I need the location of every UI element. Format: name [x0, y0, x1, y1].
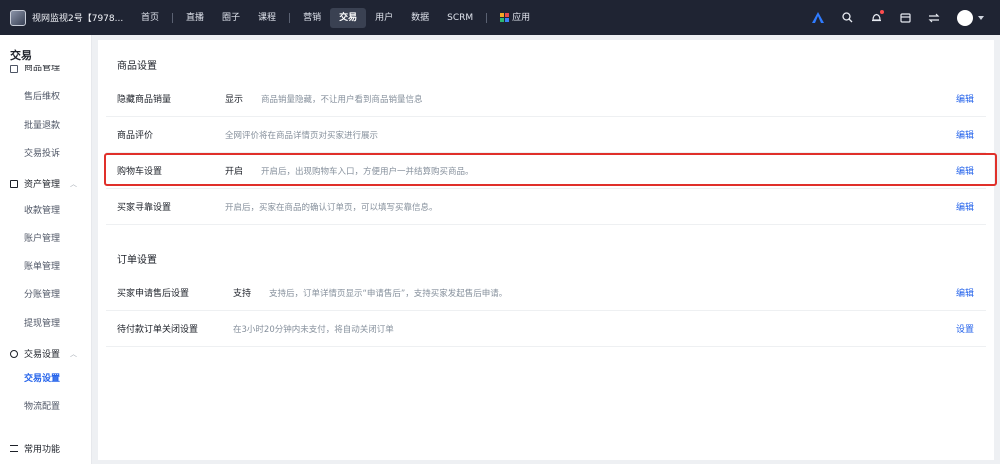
- notification-icon[interactable]: [870, 9, 884, 24]
- sidebar-item-complaint[interactable]: 交易投诉: [24, 146, 60, 159]
- sidebar-item-batch-refund[interactable]: 批量退款: [24, 118, 60, 131]
- setting-description: 在3小时20分钟内未支付，将自动关闭订单: [233, 324, 394, 335]
- setting-row-buyer-message: 买家寻靠设置 开启后，买家在商品的确认订单页，可以填写买靠信息。 编辑: [106, 189, 986, 225]
- trade-settings-icon: [10, 349, 18, 358]
- setting-row-unpaid-close: 待付款订单关闭设置 在3小时20分钟内未支付，将自动关闭订单 设置: [106, 311, 986, 347]
- setting-name: 买家申请售后设置: [117, 289, 190, 299]
- highlight-box: [104, 153, 997, 186]
- sidebar-item-bill[interactable]: 账单管理: [24, 259, 60, 272]
- nav-divider: [289, 12, 291, 23]
- sidebar-item-after-sale[interactable]: 售后维权: [24, 89, 60, 102]
- nav-live[interactable]: 直播: [177, 8, 213, 28]
- switch-icon[interactable]: [928, 12, 940, 24]
- nav-apps[interactable]: 应用: [491, 8, 539, 28]
- nav-scrm[interactable]: SCRM: [438, 8, 482, 28]
- logo-triangle-icon[interactable]: [812, 12, 824, 24]
- main-nav: 首页 直播 圈子 课程 营销 交易 用户 数据 SCRM 应用: [132, 7, 539, 28]
- list-icon: [10, 445, 18, 452]
- edit-button[interactable]: 编辑: [956, 200, 974, 213]
- sidebar-title: 交易: [10, 49, 32, 62]
- shop-logo: [10, 9, 26, 26]
- order-settings-title: 订单设置: [117, 255, 157, 266]
- nav-apps-label: 应用: [512, 12, 531, 23]
- sidebar-group-assets[interactable]: 资产管理 ︿: [10, 177, 77, 190]
- setting-row-review: 商品评价 全网评价将在商品详情页对买家进行展示 编辑: [106, 117, 986, 153]
- wallet-icon: [10, 179, 18, 188]
- chevron-up-icon: ︿: [70, 179, 78, 188]
- sidebar-item-withdraw[interactable]: 提现管理: [24, 316, 60, 329]
- sidebar-group-common[interactable]: 常用功能: [10, 442, 60, 455]
- setting-name: 买家寻靠设置: [117, 203, 172, 213]
- sidebar-group-goods[interactable]: 商品管理: [10, 65, 60, 73]
- nav-home[interactable]: 首页: [132, 8, 168, 28]
- calendar-icon[interactable]: [899, 12, 911, 24]
- top-navigation-bar: 视网监视2号【7978... 首页 直播 圈子 课程 营销 交易 用户 数据 S…: [0, 0, 1000, 35]
- nav-users[interactable]: 用户: [366, 8, 402, 28]
- setting-description: 商品销量隐藏，不让用户看到商品销量信息: [261, 94, 423, 105]
- sidebar-item-logistics[interactable]: 物流配置: [24, 399, 60, 412]
- nav-divider: [486, 12, 488, 23]
- header-tools: [812, 0, 984, 35]
- setting-status: 显示: [225, 95, 244, 105]
- edit-button[interactable]: 编辑: [956, 128, 974, 141]
- setting-row-after-sale: 买家申请售后设置 支持 支持后，订单详情页显示“申请售后”，支持买家发起售后申请…: [106, 275, 986, 311]
- sidebar-group-trade-label: 交易设置: [24, 350, 61, 360]
- chevron-down-icon[interactable]: [978, 15, 984, 20]
- apps-grid-icon: [500, 12, 510, 22]
- nav-data[interactable]: 数据: [402, 8, 438, 28]
- sidebar-group-assets-label: 资产管理: [24, 180, 61, 190]
- nav-circle[interactable]: 圈子: [213, 8, 249, 28]
- setting-name: 隐藏商品销量: [117, 95, 172, 105]
- goods-icon: [10, 65, 18, 73]
- sidebar: 交易 商品管理 售后维权 批量退款 交易投诉 资产管理 ︿ 收款管理 账户管理 …: [0, 35, 92, 464]
- goods-settings-title: 商品设置: [117, 61, 157, 72]
- sidebar-item-collection[interactable]: 收款管理: [24, 203, 60, 216]
- sidebar-item-account[interactable]: 账户管理: [24, 231, 60, 244]
- nav-course[interactable]: 课程: [249, 8, 285, 28]
- sidebar-item-trade-settings[interactable]: 交易设置: [24, 371, 60, 384]
- setting-description: 开启后，买家在商品的确认订单页，可以填写买靠信息。: [225, 202, 438, 213]
- sidebar-group-trade[interactable]: 交易设置 ︿: [10, 347, 77, 360]
- setting-description: 全网评价将在商品详情页对买家进行展示: [225, 130, 379, 141]
- setting-name: 待付款订单关闭设置: [117, 325, 199, 335]
- nav-trade[interactable]: 交易: [330, 7, 367, 28]
- search-icon[interactable]: [841, 12, 853, 24]
- shop-name: 视网监视2号【7978...: [32, 14, 124, 24]
- settings-panel: 商品设置 隐藏商品销量 显示 商品销量隐藏，不让用户看到商品销量信息 编辑 商品…: [98, 40, 997, 460]
- settings-button[interactable]: 设置: [956, 322, 974, 335]
- nav-divider: [172, 12, 174, 23]
- setting-name: 商品评价: [117, 131, 154, 141]
- sidebar-group-goods-label: 商品管理: [24, 65, 61, 73]
- sidebar-group-common-label: 常用功能: [24, 445, 61, 455]
- avatar[interactable]: [957, 9, 973, 26]
- shop-switcher[interactable]: 视网监视2号【7978...: [0, 9, 132, 26]
- notification-dot: [880, 9, 884, 14]
- edit-button[interactable]: 编辑: [956, 92, 974, 105]
- setting-status: 支持: [233, 289, 252, 299]
- edit-button[interactable]: 编辑: [956, 286, 974, 299]
- setting-description: 支持后，订单详情页显示“申请售后”，支持买家发起售后申请。: [269, 288, 508, 299]
- sidebar-item-split[interactable]: 分账管理: [24, 287, 60, 300]
- setting-row-hide-sales: 隐藏商品销量 显示 商品销量隐藏，不让用户看到商品销量信息 编辑: [106, 81, 986, 117]
- nav-marketing[interactable]: 营销: [294, 8, 330, 28]
- chevron-up-icon: ︿: [70, 349, 78, 358]
